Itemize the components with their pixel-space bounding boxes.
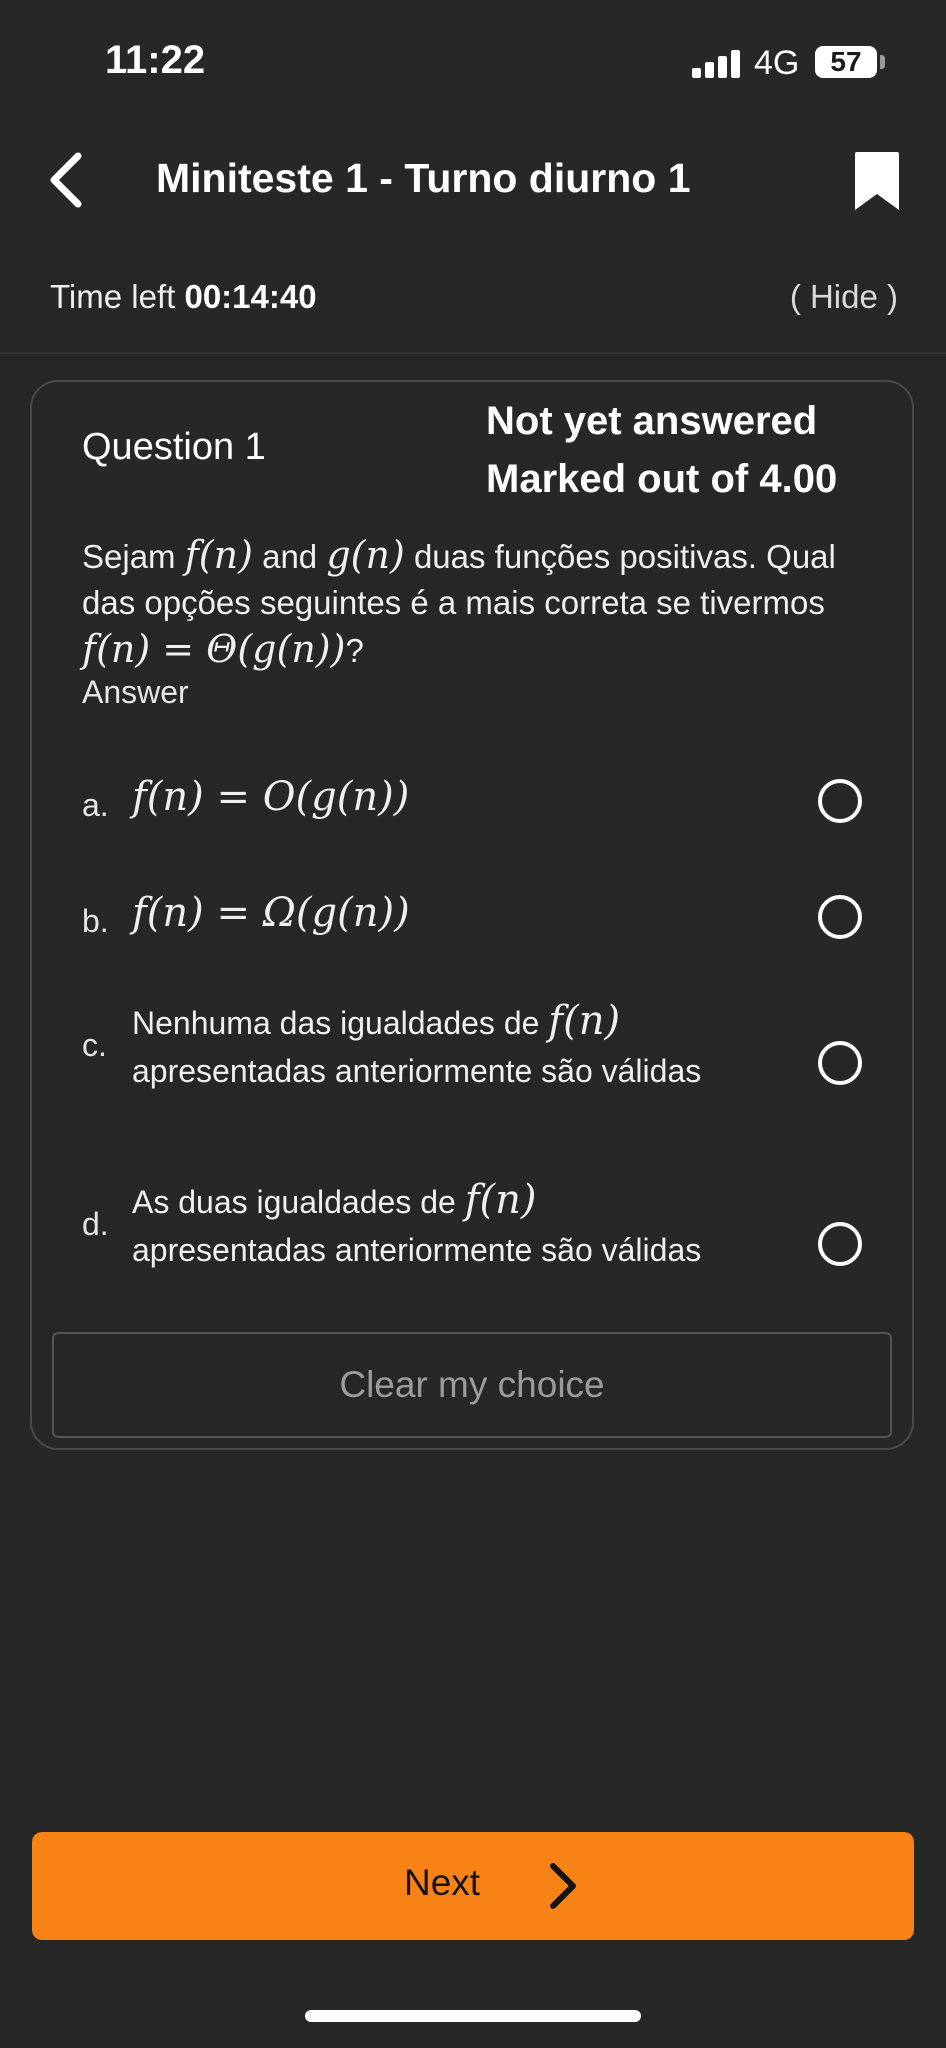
time-left: Time left 00:14:40 bbox=[50, 278, 317, 316]
status-time: 11:22 bbox=[105, 38, 206, 82]
header: Miniteste 1 - Turno diurno 1 bbox=[0, 120, 946, 240]
question-status: Not yet answered Marked out of 4.00 bbox=[486, 392, 837, 508]
page-title: Miniteste 1 - Turno diurno 1 bbox=[156, 155, 691, 201]
option-b[interactable]: b. f(n) = Ω(g(n)) bbox=[82, 881, 902, 961]
option-math: f(n) bbox=[548, 998, 621, 1044]
question-mark: Marked out of 4.00 bbox=[486, 457, 838, 501]
option-text-part: apresentadas anteriormente são válidas bbox=[132, 1053, 702, 1089]
option-text-part: apresentadas anteriormente são válidas bbox=[132, 1232, 702, 1268]
option-letter: a. bbox=[82, 787, 109, 823]
option-text: f(n) = O(g(n)) bbox=[132, 773, 782, 823]
math-g-n: g(n) bbox=[326, 533, 405, 577]
option-letter: d. bbox=[82, 1206, 109, 1242]
question-text-part: Sejam bbox=[82, 538, 176, 575]
time-left-value: 00:14:40 bbox=[184, 278, 317, 315]
option-math: f(n) = Ω(g(n)) bbox=[132, 890, 410, 936]
option-letter: c. bbox=[82, 1027, 107, 1063]
answer-status: Not yet answered bbox=[486, 399, 818, 443]
timer-row: Time left 00:14:40 ( Hide ) bbox=[0, 252, 946, 354]
bookmark-button[interactable] bbox=[852, 150, 902, 212]
option-a[interactable]: a. f(n) = O(g(n)) bbox=[82, 765, 902, 845]
radio-option-d[interactable] bbox=[818, 1222, 862, 1266]
back-button[interactable] bbox=[40, 148, 100, 212]
radio-option-b[interactable] bbox=[818, 895, 862, 939]
radio-option-a[interactable] bbox=[818, 779, 862, 823]
time-left-label: Time left bbox=[50, 278, 176, 315]
option-letter: b. bbox=[82, 903, 109, 939]
network-label: 4G bbox=[754, 44, 800, 82]
answer-label: Answer bbox=[82, 674, 189, 710]
option-text: Nenhuma das igualdades de f(n) apresenta… bbox=[132, 997, 782, 1095]
home-indicator bbox=[305, 2010, 641, 2022]
battery-level: 57 bbox=[830, 46, 862, 77]
math-f-n: f(n) bbox=[184, 533, 253, 577]
battery-tip bbox=[880, 55, 885, 69]
signal-icon bbox=[692, 48, 742, 78]
option-text-part: Nenhuma das igualdades de bbox=[132, 1005, 540, 1041]
question-text: Sejam f(n) and g(n) duas funções positiv… bbox=[82, 532, 872, 674]
math-condition: f(n) = Θ(g(n)) bbox=[82, 627, 346, 671]
status-bar: 11:22 4G 57 bbox=[0, 0, 946, 120]
battery-icon: 57 bbox=[815, 46, 877, 78]
hide-timer-button[interactable]: ( Hide ) bbox=[790, 278, 898, 316]
chevron-right-icon bbox=[550, 1863, 576, 1909]
option-math: f(n) = O(g(n)) bbox=[132, 774, 410, 820]
next-label: Next bbox=[404, 1862, 481, 1903]
option-d[interactable]: d. As duas igualdades de f(n) apresentad… bbox=[82, 1176, 902, 1276]
chevron-left-icon bbox=[50, 152, 82, 208]
next-button[interactable]: Next bbox=[32, 1832, 914, 1940]
question-number: Question 1 bbox=[82, 426, 266, 468]
clear-choice-button[interactable]: Clear my choice bbox=[52, 1332, 892, 1438]
question-text-part: ? bbox=[345, 632, 364, 669]
question-text-part: and bbox=[262, 538, 318, 575]
radio-option-c[interactable] bbox=[818, 1041, 862, 1085]
option-math: f(n) bbox=[464, 1177, 537, 1223]
bookmark-icon bbox=[855, 152, 899, 210]
question-card: Question 1 Not yet answered Marked out o… bbox=[30, 380, 914, 1450]
option-text: As duas igualdades de f(n) apresentadas … bbox=[132, 1176, 782, 1274]
option-text-part: As duas igualdades de bbox=[132, 1184, 456, 1220]
option-c[interactable]: c. Nenhuma das igualdades de f(n) aprese… bbox=[82, 997, 902, 1097]
option-text: f(n) = Ω(g(n)) bbox=[132, 889, 782, 939]
